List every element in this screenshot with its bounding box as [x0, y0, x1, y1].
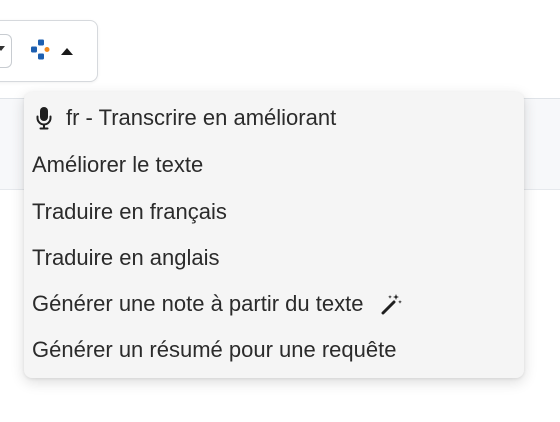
menu-item-label: Traduire en anglais — [32, 245, 220, 270]
menu-item-label: Améliorer le texte — [32, 152, 204, 177]
magic-wand-icon — [381, 294, 403, 315]
dropdown-select[interactable] — [0, 34, 12, 68]
menu-item-label: Générer une note à partir du texte — [32, 291, 364, 316]
ai-actions-menu: fr - Transcrire en améliorant Améliorer … — [24, 92, 524, 378]
menu-item-translate-english[interactable]: Traduire en anglais — [32, 238, 516, 278]
ai-logo-icon — [31, 39, 50, 60]
editor-toolbar — [0, 20, 98, 82]
microphone-icon — [36, 107, 52, 130]
caret-up-icon — [61, 48, 73, 55]
menu-item-label: fr - Transcrire en améliorant — [66, 105, 337, 130]
menu-item-translate-french[interactable]: Traduire en français — [32, 192, 516, 232]
page: fr - Transcrire en améliorant Améliorer … — [0, 0, 560, 422]
menu-item-label: Traduire en français — [32, 199, 227, 224]
menu-item-generate-summary[interactable]: Générer un résumé pour une requête — [32, 330, 516, 370]
menu-item-transcribe[interactable]: fr - Transcrire en améliorant — [32, 98, 516, 138]
ai-assistant-button[interactable] — [27, 35, 79, 65]
menu-item-label: Générer un résumé pour une requête — [32, 337, 397, 362]
chevron-down-icon — [0, 46, 5, 51]
menu-item-generate-note[interactable]: Générer une note à partir du texte — [32, 284, 516, 324]
menu-item-improve-text[interactable]: Améliorer le texte — [32, 145, 516, 185]
